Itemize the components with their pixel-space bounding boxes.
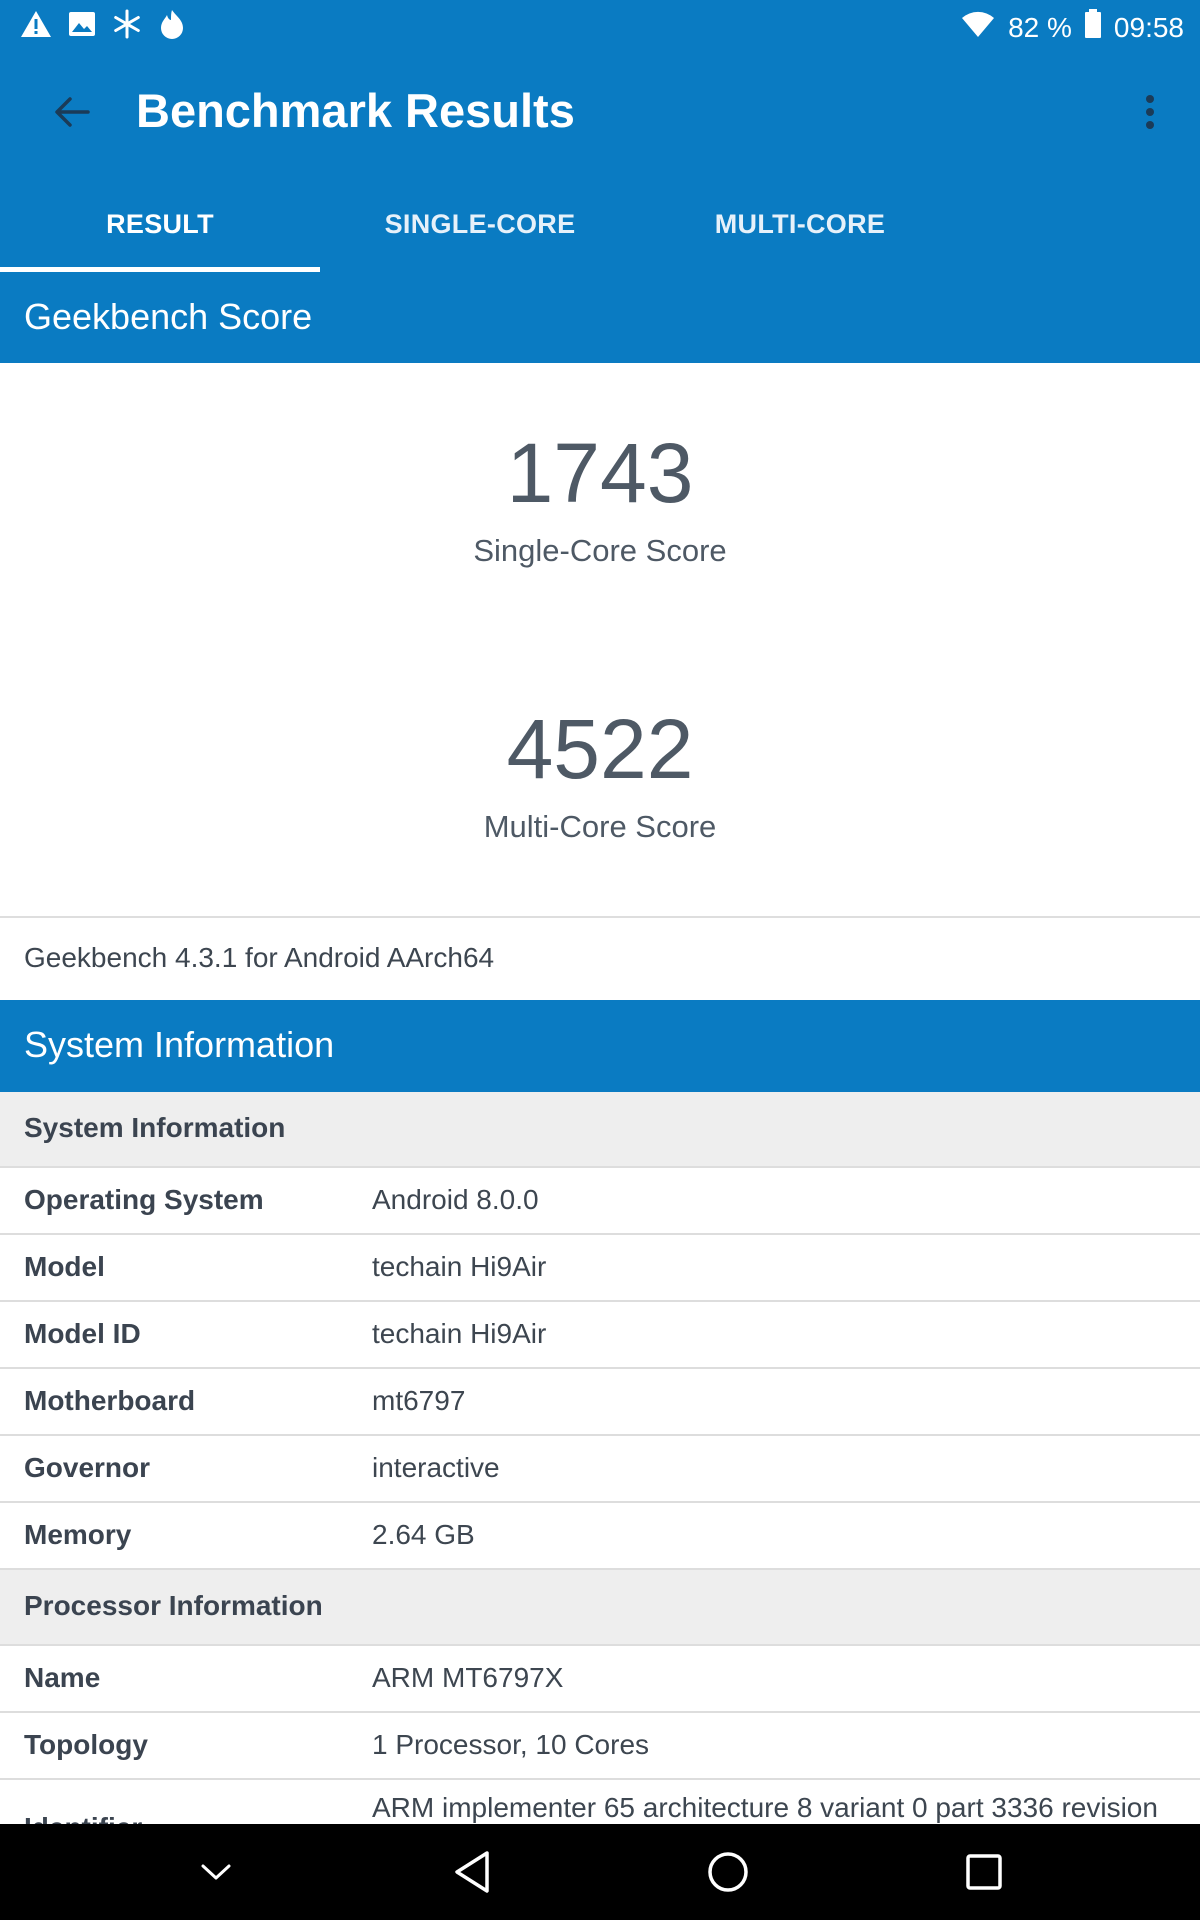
table-row: Model techain Hi9Air bbox=[0, 1235, 1200, 1302]
table-row: Memory 2.64 GB bbox=[0, 1503, 1200, 1570]
row-value: mt6797 bbox=[372, 1385, 466, 1416]
triangle-back-icon bbox=[455, 1851, 489, 1893]
multi-core-label: Multi-Core Score bbox=[483, 809, 717, 844]
multi-core-score: 4522 Multi-Core Score bbox=[0, 699, 1200, 845]
more-options-button[interactable] bbox=[1130, 85, 1170, 139]
group-title: Processor Information bbox=[24, 1590, 323, 1621]
tab-single-core[interactable]: SINGLE-CORE bbox=[320, 176, 640, 272]
row-value: 1 Processor, 10 Cores bbox=[372, 1729, 650, 1760]
circle-home-icon bbox=[708, 1852, 748, 1892]
nav-recents-button[interactable] bbox=[924, 1824, 1044, 1920]
chevron-down-icon bbox=[201, 1864, 231, 1880]
nav-home-button[interactable] bbox=[668, 1824, 788, 1920]
row-value: ARM implementer 65 architecture 8 varian… bbox=[372, 1792, 1158, 1823]
battery-percent: 82 % bbox=[1008, 11, 1072, 43]
section-title: Geekbench Score bbox=[24, 296, 313, 337]
row-value: 2.64 GB bbox=[372, 1519, 475, 1550]
warning-icon bbox=[20, 10, 52, 43]
version-info: Geekbench 4.3.1 for Android AArch64 bbox=[0, 916, 1200, 1002]
clock: 09:58 bbox=[1113, 11, 1184, 43]
row-key: Motherboard bbox=[24, 1385, 196, 1416]
single-core-value: 1743 bbox=[506, 426, 694, 520]
row-key: Model bbox=[24, 1251, 105, 1282]
app-bar: Benchmark Results bbox=[0, 49, 1200, 176]
row-key: Operating System bbox=[24, 1184, 264, 1215]
hide-keyboard-button[interactable] bbox=[156, 1824, 276, 1920]
flame-icon bbox=[158, 9, 186, 44]
row-key: Name bbox=[24, 1662, 101, 1693]
table-row: Name ARM MT6797X bbox=[0, 1646, 1200, 1713]
snowflake-icon bbox=[112, 9, 142, 44]
image-icon bbox=[68, 10, 96, 43]
tab-multi-core[interactable]: MULTI-CORE bbox=[640, 176, 960, 272]
row-value: ARM MT6797X bbox=[372, 1662, 564, 1693]
group-header: Processor Information bbox=[0, 1570, 1200, 1646]
version-text: Geekbench 4.3.1 for Android AArch64 bbox=[24, 942, 495, 973]
table-row: Governor interactive bbox=[0, 1436, 1200, 1503]
table-row: Model ID techain Hi9Air bbox=[0, 1302, 1200, 1369]
section-title: System Information bbox=[24, 1024, 335, 1065]
group-header: System Information bbox=[0, 1092, 1200, 1168]
system-information-header: System Information bbox=[0, 1000, 1200, 1092]
more-vert-icon bbox=[1146, 95, 1154, 129]
tab-result[interactable]: RESULT bbox=[0, 176, 320, 272]
row-key: Topology bbox=[24, 1729, 148, 1760]
row-value: interactive bbox=[372, 1452, 500, 1483]
status-bar: 82 % 09:58 bbox=[0, 0, 1200, 49]
square-recents-icon bbox=[966, 1854, 1002, 1890]
nav-back-button[interactable] bbox=[412, 1824, 532, 1920]
row-key: Model ID bbox=[24, 1318, 141, 1349]
page-title: Benchmark Results bbox=[136, 84, 575, 137]
single-core-label: Single-Core Score bbox=[473, 533, 727, 568]
row-value: techain Hi9Air bbox=[372, 1318, 547, 1349]
row-key: Governor bbox=[24, 1452, 151, 1483]
group-title: System Information bbox=[24, 1112, 286, 1143]
battery-icon bbox=[1084, 9, 1102, 46]
multi-core-value: 4522 bbox=[506, 702, 694, 796]
row-key: Memory bbox=[24, 1519, 132, 1550]
row-value: Android 8.0.0 bbox=[372, 1184, 539, 1215]
table-row: Topology 1 Processor, 10 Cores bbox=[0, 1713, 1200, 1780]
table-row: Motherboard mt6797 bbox=[0, 1369, 1200, 1436]
wifi-icon bbox=[960, 10, 996, 45]
navigation-bar bbox=[0, 1824, 1200, 1920]
arrow-left-icon bbox=[55, 97, 90, 127]
system-info-table: System Information Operating System Andr… bbox=[0, 1092, 1200, 1872]
geekbench-score-header: Geekbench Score bbox=[0, 272, 1200, 363]
tab-bar: RESULT SINGLE-CORE MULTI-CORE bbox=[0, 176, 1200, 272]
back-button[interactable] bbox=[46, 89, 98, 135]
single-core-score: 1743 Single-Core Score bbox=[0, 423, 1200, 569]
row-value: techain Hi9Air bbox=[372, 1251, 547, 1282]
score-panel: 1743 Single-Core Score 4522 Multi-Core S… bbox=[0, 363, 1200, 916]
table-row: Operating System Android 8.0.0 bbox=[0, 1168, 1200, 1235]
